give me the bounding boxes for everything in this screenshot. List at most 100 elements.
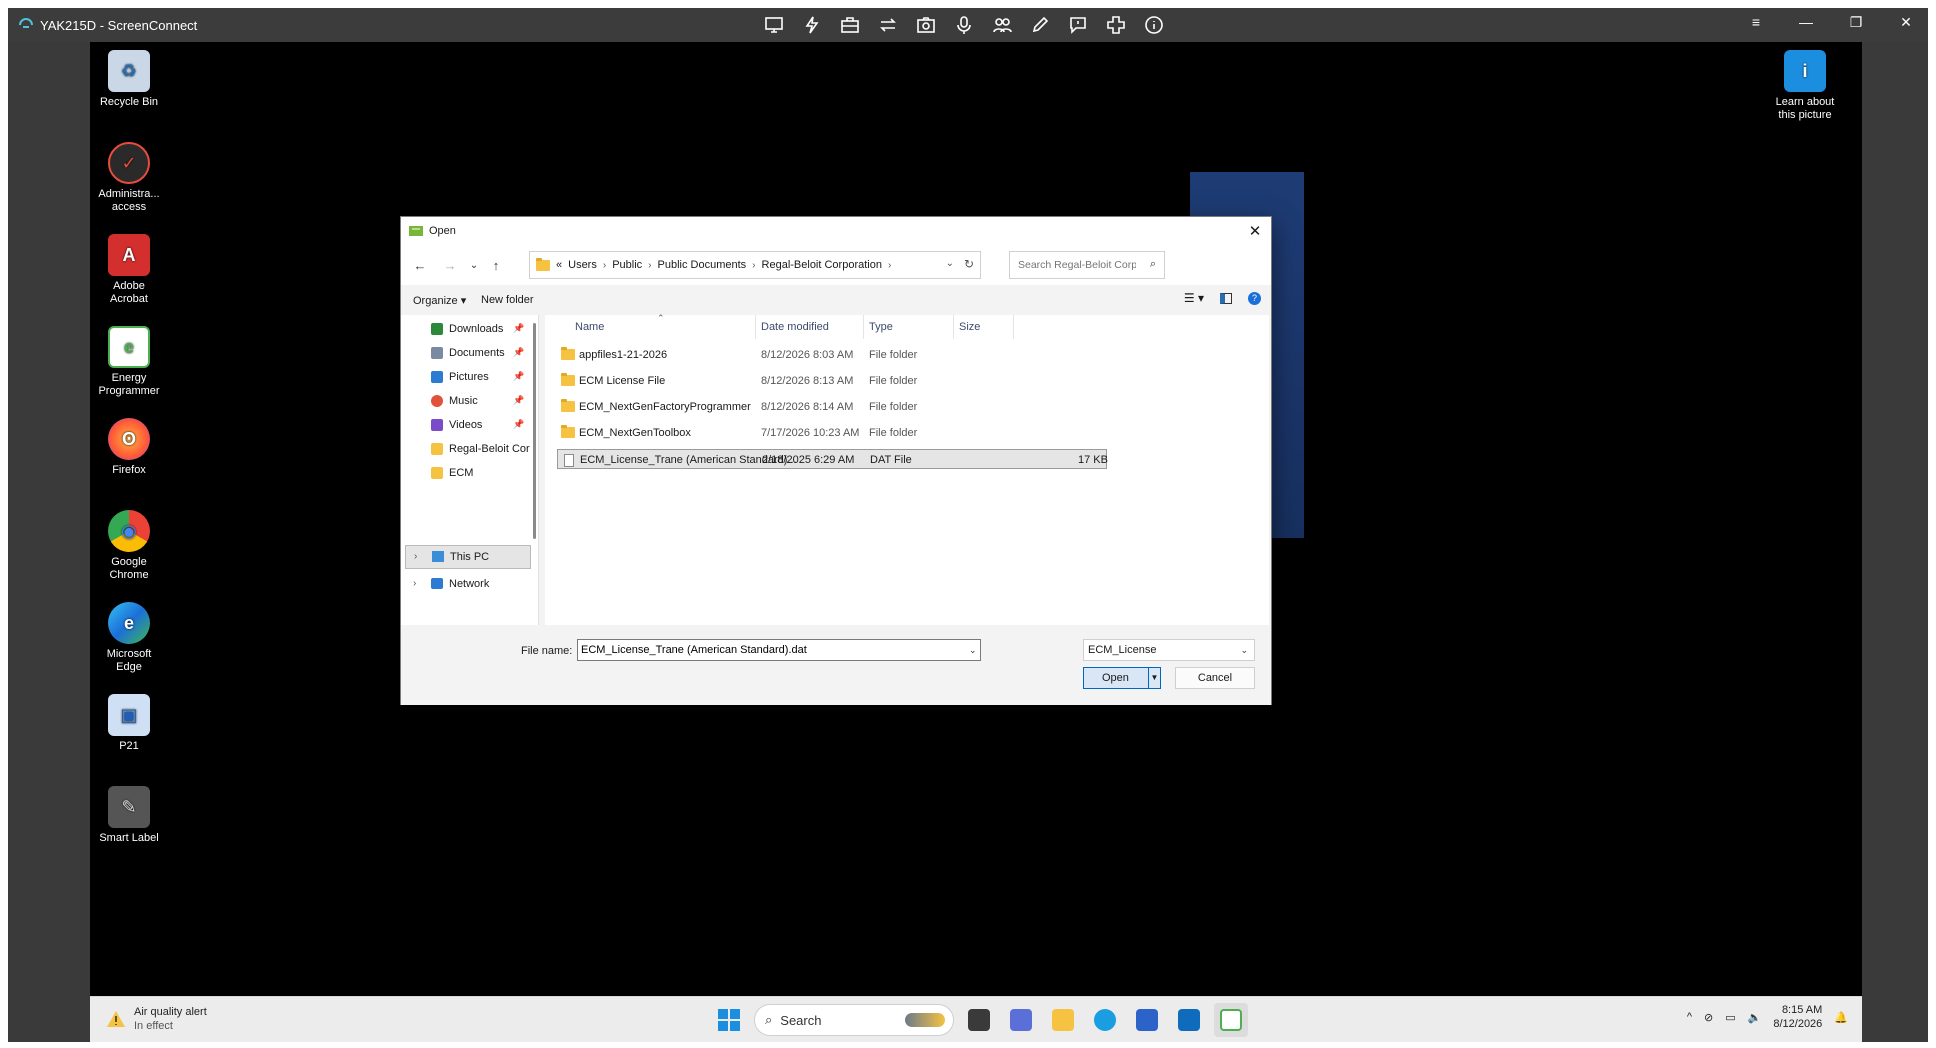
file-name-dropdown-icon[interactable]: ⌄ xyxy=(969,645,977,656)
folder-icon xyxy=(561,399,575,412)
breadcrumb-overflow[interactable]: « xyxy=(556,259,562,271)
chevron-up-icon[interactable]: ^ xyxy=(1687,1011,1692,1023)
minimize-button[interactable]: — xyxy=(1796,14,1816,31)
search-input[interactable] xyxy=(1018,259,1136,271)
desktop-icon-admin-access[interactable]: ✓ Administra... access xyxy=(94,142,164,214)
search-icon[interactable]: ⌕ xyxy=(1150,258,1156,271)
file-row[interactable]: ECM_NextGenFactoryProgrammer 8/12/2026 8… xyxy=(557,397,1107,417)
speaker-icon[interactable]: 🔈 xyxy=(1748,1011,1762,1024)
breadcrumb-public-documents[interactable]: Public Documents xyxy=(658,259,747,271)
expand-chevron-icon[interactable]: › xyxy=(414,551,417,562)
users-icon[interactable] xyxy=(990,14,1014,36)
open-button[interactable]: Open ▼ xyxy=(1083,667,1161,689)
restore-button[interactable]: ❐ xyxy=(1846,14,1866,31)
desktop-icon-adobe-acrobat[interactable]: A Adobe Acrobat xyxy=(94,234,164,306)
file-row[interactable]: appfiles1-21-2026 8/12/2026 8:03 AM File… xyxy=(557,345,1107,365)
nav-scrollbar[interactable] xyxy=(533,323,536,539)
recent-locations-chevron-icon[interactable]: ⌄ xyxy=(465,255,483,275)
clock[interactable]: 8:15 AM 8/12/2026 xyxy=(1773,1003,1822,1031)
column-divider[interactable] xyxy=(953,315,954,339)
chat-icon[interactable] xyxy=(1066,14,1090,36)
file-name-input[interactable] xyxy=(577,639,981,661)
cloud-sync-icon[interactable]: ⊘ xyxy=(1704,1011,1713,1024)
cancel-button[interactable]: Cancel xyxy=(1175,667,1255,689)
viewer-toolbar xyxy=(762,14,1166,36)
camera-icon[interactable] xyxy=(914,14,938,36)
nav-item-pictures[interactable]: Pictures xyxy=(431,367,489,387)
column-header-size[interactable]: Size xyxy=(959,321,980,333)
search-box[interactable]: ⌕ xyxy=(1009,251,1165,279)
open-split-dropdown-icon[interactable]: ▼ xyxy=(1148,668,1160,688)
toolbox-icon[interactable] xyxy=(838,14,862,36)
taskbar-app-edge[interactable] xyxy=(1088,1003,1122,1037)
back-arrow-icon[interactable]: ← xyxy=(411,255,429,275)
view-options-icon[interactable]: ☰ ▾ xyxy=(1184,291,1204,305)
nav-item-videos[interactable]: Videos xyxy=(431,415,482,435)
breadcrumb-users[interactable]: Users xyxy=(568,259,597,271)
taskbar-app-files[interactable] xyxy=(962,1003,996,1037)
help-icon[interactable]: ? xyxy=(1248,291,1261,305)
dialog-footer: File name: ⌄ ECM_License ⌄ Open ▼ Cancel xyxy=(401,625,1271,705)
desktop-icon-recycle-bin[interactable]: ♻ Recycle Bin xyxy=(94,50,164,109)
column-divider[interactable] xyxy=(863,315,864,339)
refresh-icon[interactable]: ↻ xyxy=(964,257,974,271)
forward-arrow-icon[interactable]: → xyxy=(441,255,459,275)
taskbar-search[interactable]: ⌕ Search xyxy=(754,1004,954,1036)
column-header-type[interactable]: Type xyxy=(869,321,893,333)
swap-icon[interactable] xyxy=(876,14,900,36)
up-arrow-icon[interactable]: ↑ xyxy=(487,255,505,275)
nav-item-downloads[interactable]: Downloads xyxy=(431,319,503,339)
desktop-icon-smart-label[interactable]: ✎ Smart Label xyxy=(94,786,164,845)
taskbar-app-energy-programmer[interactable] xyxy=(1214,1003,1248,1037)
close-button[interactable]: ✕ xyxy=(1896,14,1916,31)
column-divider[interactable] xyxy=(1013,315,1014,339)
file-row[interactable]: ECM License File 8/12/2026 8:13 AM File … xyxy=(557,371,1107,391)
taskbar-app-store[interactable] xyxy=(1130,1003,1164,1037)
nav-item-ecm[interactable]: ECM xyxy=(431,463,473,483)
start-button[interactable] xyxy=(712,1003,746,1037)
desktop-icon-learn-picture[interactable]: i Learn about this picture xyxy=(1770,50,1840,122)
breadcrumb-public[interactable]: Public xyxy=(612,259,642,271)
plus-icon[interactable] xyxy=(1104,14,1128,36)
new-folder-button[interactable]: New folder xyxy=(481,294,534,306)
desktop-icon-edge[interactable]: e Microsoft Edge xyxy=(94,602,164,674)
notification-bell-icon[interactable]: 🔔 xyxy=(1834,1011,1848,1024)
preview-pane-icon[interactable] xyxy=(1220,292,1232,304)
file-type-filter-value: ECM_License xyxy=(1088,644,1157,656)
address-dropdown-icon[interactable]: ⌄ xyxy=(946,258,954,269)
nav-item-network[interactable]: › Network xyxy=(405,573,531,597)
pencil-icon[interactable] xyxy=(1028,14,1052,36)
screenconnect-logo-icon xyxy=(19,18,33,28)
file-size: 17 KB xyxy=(1078,454,1108,466)
desktop-icon-p21[interactable]: ▣ P21 xyxy=(94,694,164,753)
microphone-icon[interactable] xyxy=(952,14,976,36)
file-row[interactable]: ECM_NextGenToolbox 7/17/2026 10:23 AM Fi… xyxy=(557,423,1107,443)
desktop-icon-energy-programmer[interactable]: e Energy Programmer xyxy=(94,326,164,398)
file-type-filter[interactable]: ECM_License ⌄ xyxy=(1083,639,1255,661)
info-icon[interactable] xyxy=(1142,14,1166,36)
taskbar: Air quality alert In effect ⌕ Search ^ ⊘… xyxy=(90,996,1862,1042)
nav-item-this-pc[interactable]: › This PC xyxy=(405,545,531,569)
display-icon[interactable]: ▭ xyxy=(1725,1011,1735,1024)
nav-item-regal-beloit[interactable]: Regal-Beloit Cor xyxy=(431,439,530,459)
address-bar[interactable]: « Users › Public › Public Documents › Re… xyxy=(529,251,981,279)
file-row-selected[interactable]: ECM_License_Trane (American Standard)...… xyxy=(557,449,1108,469)
column-divider[interactable] xyxy=(755,315,756,339)
lightning-icon[interactable] xyxy=(800,14,824,36)
menu-icon[interactable]: ≡ xyxy=(1746,14,1766,31)
monitor-icon[interactable] xyxy=(762,14,786,36)
firefox-icon: ʘ xyxy=(108,418,150,460)
column-header-name[interactable]: Name xyxy=(575,321,604,333)
taskbar-app-explorer[interactable] xyxy=(1046,1003,1080,1037)
column-header-date[interactable]: Date modified xyxy=(761,321,829,333)
dialog-close-button[interactable]: ✕ xyxy=(1245,221,1265,241)
desktop-icon-chrome[interactable]: ◉ Google Chrome xyxy=(94,510,164,582)
nav-item-documents[interactable]: Documents xyxy=(431,343,505,363)
taskbar-app-m365[interactable] xyxy=(1004,1003,1038,1037)
taskbar-app-outlook[interactable] xyxy=(1172,1003,1206,1037)
nav-item-music[interactable]: Music xyxy=(431,391,478,411)
desktop-icon-firefox[interactable]: ʘ Firefox xyxy=(94,418,164,477)
breadcrumb-regal-beloit[interactable]: Regal-Beloit Corporation xyxy=(762,259,882,271)
organize-button[interactable]: Organize ▾ xyxy=(413,294,466,307)
expand-chevron-icon[interactable]: › xyxy=(413,578,416,589)
